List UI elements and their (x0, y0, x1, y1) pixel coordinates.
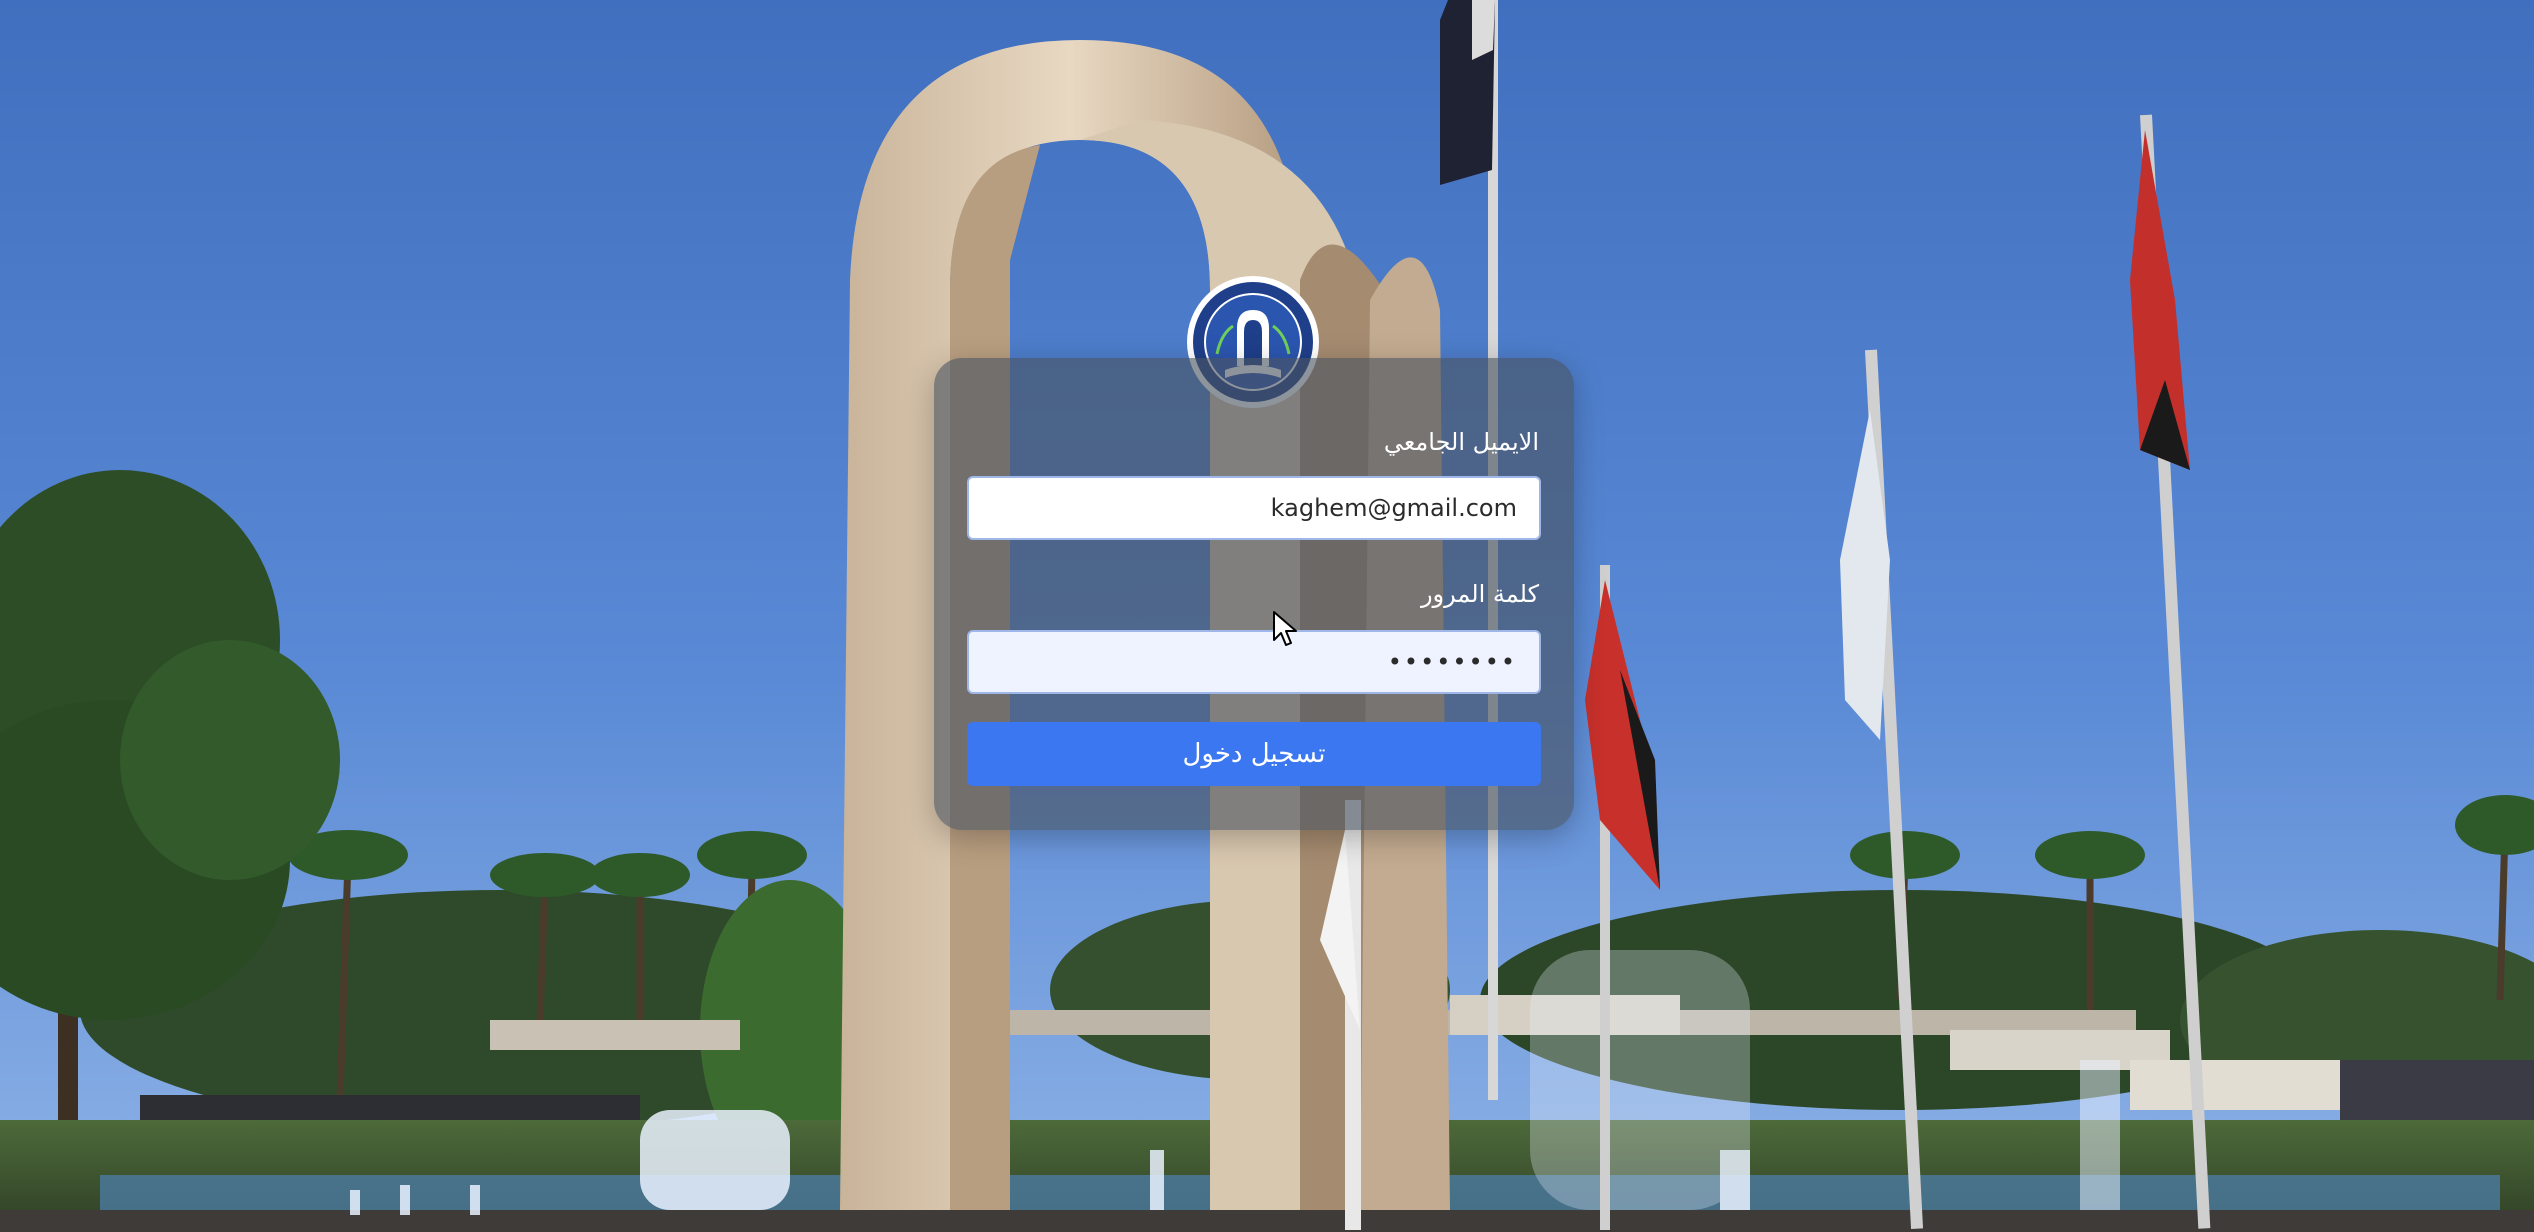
login-button[interactable]: تسجيل دخول (967, 722, 1541, 786)
password-field[interactable] (967, 630, 1541, 694)
password-label: كلمة المرور (1420, 580, 1539, 608)
email-field[interactable] (967, 476, 1541, 540)
login-card: الايميل الجامعي كلمة المرور تسجيل دخول (934, 358, 1574, 830)
email-label: الايميل الجامعي (1383, 428, 1539, 456)
mouse-pointer-icon (1273, 611, 1297, 646)
